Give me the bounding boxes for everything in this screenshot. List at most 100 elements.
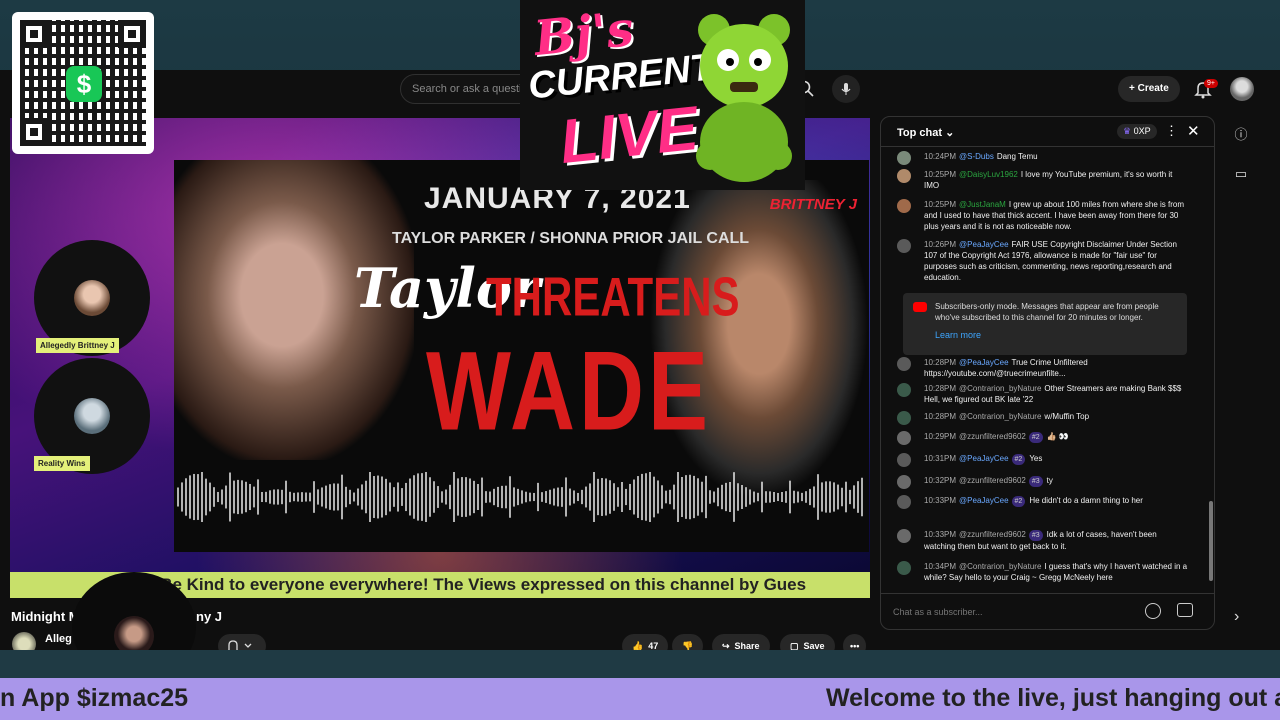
chat-avatar[interactable] bbox=[897, 561, 911, 575]
chat-avatar[interactable] bbox=[897, 383, 911, 397]
chat-message[interactable]: 10:29PM @zzunfiltered9602 #2 👍🏼 👀 bbox=[897, 431, 1189, 445]
chat-author[interactable]: @Contrarion_byNature bbox=[959, 562, 1041, 571]
chat-message[interactable]: 10:32PM @zzunfiltered9602 #3 ty bbox=[897, 475, 1189, 489]
notice-text: Subscribers-only mode. Messages that app… bbox=[935, 302, 1159, 322]
chat-message[interactable]: 10:28PM @PeaJayCee True Crime Unfiltered h… bbox=[897, 357, 1189, 379]
chat-author[interactable]: @JustJanaM bbox=[959, 200, 1006, 209]
chat-toggle-icon[interactable]: ▭ bbox=[1232, 166, 1250, 184]
chat-mode-dropdown[interactable]: Top chat ⌄ bbox=[897, 126, 954, 139]
cash-app-icon: $ bbox=[66, 66, 102, 102]
chat-author[interactable]: @DaisyLuv1962 bbox=[959, 170, 1018, 179]
guest-avatar bbox=[74, 398, 110, 434]
thumbnail-wade: WADE bbox=[426, 329, 712, 455]
xp-value: 0XP bbox=[1133, 126, 1151, 136]
account-avatar[interactable] bbox=[1230, 77, 1254, 101]
chat-author[interactable]: @PeaJayCee bbox=[959, 358, 1008, 367]
chat-timestamp: 10:33PM bbox=[924, 530, 957, 539]
chat-author[interactable]: @S-Dubs bbox=[959, 152, 994, 161]
chat-more-icon[interactable]: ⋮ bbox=[1165, 123, 1178, 139]
chat-text: 👍🏼 👀 bbox=[1046, 432, 1069, 441]
chat-message[interactable]: 10:33PM @zzunfiltered9602 #3 Idk a lot of c… bbox=[897, 529, 1189, 552]
video-title-left: Midnight M bbox=[11, 609, 80, 624]
qr-pattern: $ bbox=[20, 20, 146, 146]
qr-finder bbox=[20, 118, 48, 146]
chat-message[interactable]: 10:33PM @PeaJayCee #2 He didn't do a damn t… bbox=[897, 495, 1189, 509]
crown-icon: ♛ bbox=[1123, 126, 1132, 136]
live-chat-panel: Top chat ⌄ ♛ 0XP ⋮ ✕ 10:24PM @S-Dubs Dang … bbox=[880, 116, 1215, 630]
chat-avatar[interactable] bbox=[897, 411, 911, 425]
ticker-right-text: Welcome to the live, just hanging out a bbox=[826, 684, 1280, 712]
cash-app-qr-code: $ bbox=[12, 12, 154, 154]
chat-timestamp: 10:24PM bbox=[924, 152, 957, 161]
chat-avatar[interactable] bbox=[897, 239, 911, 253]
chat-text: w/Muffin Top bbox=[1044, 412, 1090, 421]
chat-author[interactable]: @PeaJayCee bbox=[959, 454, 1008, 463]
chat-message[interactable]: 10:31PM @PeaJayCee #2 Yes bbox=[897, 453, 1189, 467]
chat-scroll-thumb[interactable] bbox=[1209, 501, 1213, 581]
chat-message-body: 10:26PM @PeaJayCee FAIR USE Copyright Disc… bbox=[924, 239, 1189, 283]
chat-avatar[interactable] bbox=[897, 169, 911, 183]
chat-avatar[interactable] bbox=[897, 475, 911, 489]
chat-avatar[interactable] bbox=[897, 199, 911, 213]
chat-message[interactable]: 10:28PM @Contrarion_byNature Other Streame… bbox=[897, 383, 1189, 405]
chat-message[interactable]: 10:26PM @PeaJayCee FAIR USE Copyright Disc… bbox=[897, 239, 1189, 283]
guest-label: Reality Wins bbox=[34, 456, 90, 471]
subscribers-only-notice: Subscribers-only mode. Messages that app… bbox=[903, 293, 1187, 355]
chevron-right-icon[interactable]: › bbox=[1234, 608, 1239, 626]
thumbnail-subtitle: TAYLOR PARKER / SHONNA PRIOR JAIL CALL bbox=[392, 230, 750, 247]
chat-author[interactable]: @zzunfiltered9602 bbox=[959, 476, 1026, 485]
close-icon[interactable]: ✕ bbox=[1187, 122, 1200, 140]
chat-author[interactable]: @Contrarion_byNature bbox=[959, 384, 1041, 393]
chat-timestamp: 10:34PM bbox=[924, 562, 957, 571]
chat-text: ty bbox=[1046, 476, 1053, 485]
emoji-icon[interactable] bbox=[1145, 603, 1161, 619]
chat-message[interactable]: 10:25PM @JustJanaM I grew up about 100 mil… bbox=[897, 199, 1189, 232]
chat-avatar[interactable] bbox=[897, 431, 911, 445]
chat-title: Top chat bbox=[897, 127, 943, 139]
chat-avatar[interactable] bbox=[897, 529, 911, 543]
chat-avatar[interactable] bbox=[897, 453, 911, 467]
chat-message[interactable]: 10:34PM @Contrarion_byNature I guess that'… bbox=[897, 561, 1189, 583]
chat-timestamp: 10:26PM bbox=[924, 240, 957, 249]
chat-avatar[interactable] bbox=[897, 495, 911, 509]
chat-messages[interactable]: 10:24PM @S-Dubs Dang Temu 10:25PM @DaisyLuv1… bbox=[881, 151, 1206, 591]
mic-icon bbox=[841, 83, 851, 95]
chat-author[interactable]: @zzunfiltered9602 bbox=[959, 530, 1026, 539]
chat-author[interactable]: @zzunfiltered9602 bbox=[959, 432, 1026, 441]
create-button[interactable]: + Create bbox=[1118, 76, 1180, 102]
ticker-left-text: n App $izmac25 bbox=[0, 684, 189, 712]
chat-input-area bbox=[881, 593, 1214, 629]
youtube-icon bbox=[913, 302, 927, 312]
chat-message-body: 10:25PM @DaisyLuv1962 I love my YouTube pr… bbox=[924, 169, 1189, 191]
plus-icon: + bbox=[1129, 83, 1138, 94]
video-thumbnail: JANUARY 7, 2021 TAYLOR PARKER / SHONNA P… bbox=[174, 160, 869, 552]
chat-timestamp: 10:28PM bbox=[924, 412, 957, 421]
chat-author[interactable]: @PeaJayCee bbox=[959, 240, 1008, 249]
info-icon[interactable]: ⓘ bbox=[1232, 124, 1250, 142]
chat-message-body: 10:28PM @Contrarion_byNature w/Muffin Top bbox=[924, 411, 1189, 422]
chat-author[interactable]: @PeaJayCee bbox=[959, 496, 1008, 505]
chat-message[interactable]: 10:28PM @Contrarion_byNature w/Muffin Top bbox=[897, 411, 1189, 425]
learn-more-link[interactable]: Learn more bbox=[935, 330, 981, 340]
chat-author[interactable]: @Contrarion_byNature bbox=[959, 412, 1041, 421]
voice-search-button[interactable] bbox=[832, 75, 860, 103]
rank-badge: #3 bbox=[1028, 530, 1043, 541]
thumbnail-brand: BRITTNEY J bbox=[769, 196, 857, 213]
logo-line3: LIVE bbox=[556, 93, 702, 178]
chat-message[interactable]: 10:25PM @DaisyLuv1962 I love my YouTube pr… bbox=[897, 169, 1189, 191]
chat-avatar[interactable] bbox=[897, 151, 911, 165]
chat-input[interactable] bbox=[893, 600, 1133, 624]
create-label: Create bbox=[1137, 83, 1169, 94]
channel-name[interactable]: Alleg bbox=[45, 633, 72, 645]
chat-message-body: 10:34PM @Contrarion_byNature I guess that'… bbox=[924, 561, 1189, 583]
chat-text: He didn't do a damn thing to her bbox=[1029, 496, 1143, 505]
chat-avatar[interactable] bbox=[897, 357, 911, 371]
gummy-bear-icon bbox=[696, 14, 792, 182]
super-chat-icon[interactable] bbox=[1177, 603, 1193, 617]
chat-timestamp: 10:28PM bbox=[924, 384, 957, 393]
chat-text: Dang Temu bbox=[996, 152, 1038, 161]
xp-badge[interactable]: ♛ 0XP bbox=[1117, 124, 1157, 139]
chat-message[interactable]: 10:24PM @S-Dubs Dang Temu bbox=[897, 151, 1189, 165]
chat-timestamp: 10:31PM bbox=[924, 454, 957, 463]
thumbnail-threatens: THREATENS bbox=[486, 266, 740, 328]
